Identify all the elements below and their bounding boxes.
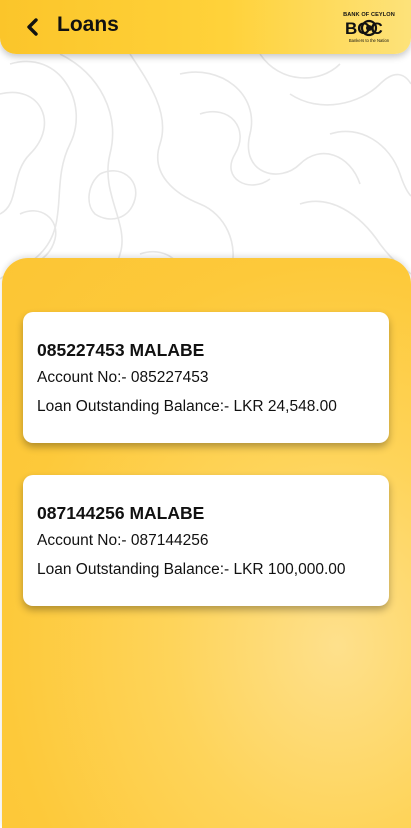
loan-outstanding-balance: Loan Outstanding Balance:- LKR 100,000.0… <box>37 561 346 578</box>
loan-account-number: Account No:- 087144256 <box>37 532 209 549</box>
loan-title: 087144256 MALABE <box>37 503 205 523</box>
chevron-left-icon <box>27 18 38 36</box>
page-title: Loans <box>57 13 119 36</box>
app-header: Loans BANK OF CEYLON BOC Bankers to the … <box>0 0 411 54</box>
loan-title: 085227453 MALABE <box>37 340 205 360</box>
back-button[interactable] <box>18 12 48 42</box>
loan-card[interactable]: 085227453 MALABE Account No:- 085227453 … <box>23 312 389 443</box>
loan-account-number: Account No:- 085227453 <box>37 369 209 386</box>
logo-tagline: Bankers to the Nation <box>348 38 390 43</box>
boc-logo-mark: BOC <box>345 19 383 38</box>
boc-logo: BANK OF CEYLON BOC Bankers to the Nation <box>341 10 397 46</box>
loan-card[interactable]: 087144256 MALABE Account No:- 087144256 … <box>23 475 389 606</box>
loan-outstanding-balance: Loan Outstanding Balance:- LKR 24,548.00 <box>37 398 337 415</box>
